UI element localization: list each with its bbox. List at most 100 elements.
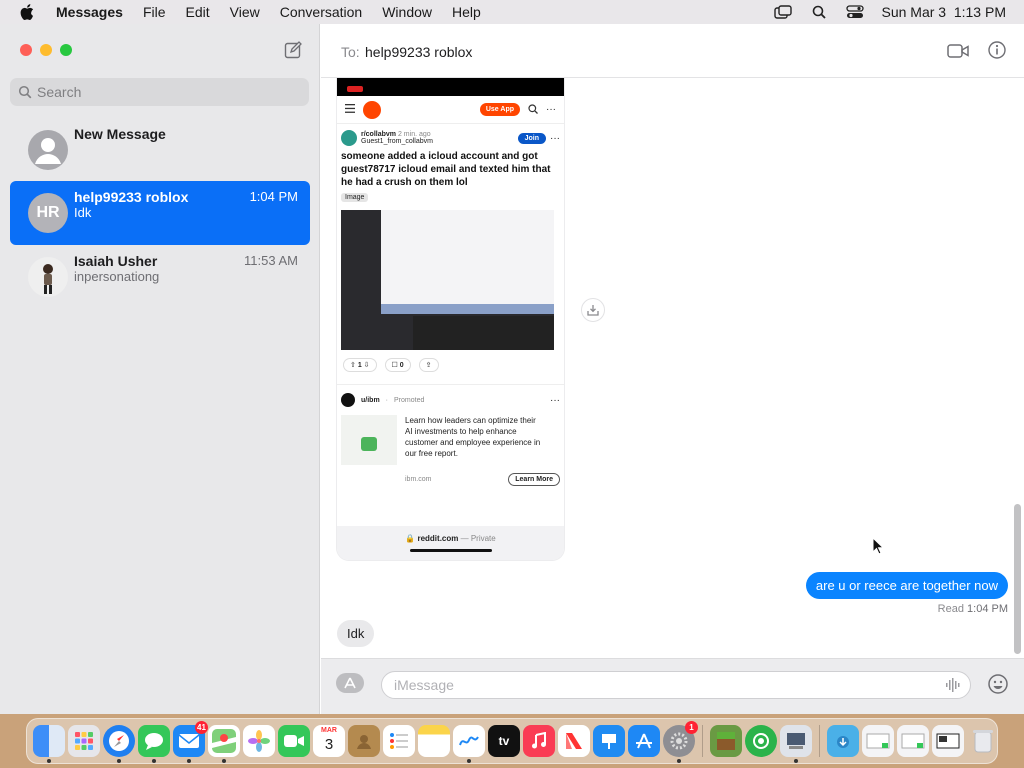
url-domain: reddit.com (417, 534, 459, 543)
outgoing-message-bubble[interactable]: are u or reece are together now (805, 572, 1008, 599)
message-input-bar (321, 658, 1024, 714)
promo-account: u/ibm (361, 396, 380, 404)
news-icon[interactable] (558, 725, 590, 757)
control-center-icon[interactable] (845, 4, 865, 20)
system-settings-icon[interactable]: 1 (663, 721, 698, 763)
more-icon: ··· (550, 394, 560, 406)
menu-app-messages[interactable]: Messages (52, 4, 133, 20)
menu-edit[interactable]: Edit (176, 4, 220, 20)
image-attachment[interactable]: Use App ··· r/collabvm 2 min. ago Guest1… (337, 78, 564, 560)
freeform-icon[interactable] (453, 725, 485, 763)
maps-icon[interactable] (208, 725, 240, 763)
keynote-icon[interactable] (593, 725, 625, 757)
menu-conversation[interactable]: Conversation (270, 4, 373, 20)
avatar: HR (28, 193, 68, 233)
more-icon: ··· (546, 104, 556, 115)
info-icon[interactable] (987, 40, 1007, 60)
recipient-name[interactable]: help99233 roblox (365, 44, 472, 60)
calendar-icon[interactable]: MAR 3 (313, 725, 345, 757)
post-image (341, 210, 554, 350)
menu-help[interactable]: Help (442, 4, 491, 20)
conversation-new-message[interactable]: New Message (10, 118, 310, 182)
music-icon[interactable] (523, 725, 555, 757)
hamburger-icon (345, 104, 355, 115)
find-my-icon[interactable] (745, 725, 777, 757)
conversation-help99233-roblox[interactable]: HR help99233 roblox Idk 1:04 PM (10, 181, 310, 245)
dock: 41 MAR 3 tv 1 (26, 718, 998, 764)
finder-icon[interactable] (33, 725, 65, 763)
safari-icon[interactable] (103, 725, 135, 763)
trash-icon[interactable] (967, 725, 999, 757)
reminders-icon[interactable] (383, 725, 415, 757)
menu-window[interactable]: Window (372, 4, 442, 20)
recent-screenshot-3-icon[interactable] (932, 725, 964, 757)
messages-app-icon[interactable] (138, 725, 170, 763)
conversation-isaiah-usher[interactable]: Isaiah Usher inpersonationg 11:53 AM (10, 245, 310, 309)
recent-screenshot-2-icon[interactable] (897, 725, 929, 757)
comment-count: ☐ 0 (384, 358, 411, 372)
search-field[interactable] (10, 78, 309, 106)
spotlight-search-icon[interactable] (809, 4, 829, 20)
conversation-name: New Message (74, 126, 166, 142)
more-icon: ··· (550, 132, 560, 144)
zoom-window-button[interactable] (60, 44, 72, 56)
menubar-clock[interactable]: Sun Mar 3 1:13 PM (881, 4, 1006, 20)
mail-icon[interactable]: 41 (173, 721, 208, 763)
search-icon (18, 85, 32, 99)
app-store-icon (344, 677, 356, 689)
post-title: someone added a icloud account and got g… (341, 151, 551, 188)
minimize-window-button[interactable] (40, 44, 52, 56)
post-author: Guest1_from_collabvm (361, 138, 433, 145)
apple-menu-icon[interactable] (16, 4, 38, 20)
recent-screenshot-1-icon[interactable] (862, 725, 894, 757)
promo-thumbnail (341, 415, 397, 465)
dock-separator (819, 725, 820, 757)
screenshot-utility-icon[interactable] (780, 725, 812, 763)
share-icon: ⇪ (418, 358, 439, 372)
search-input[interactable] (37, 84, 287, 100)
conversation-time: 11:53 AM (244, 253, 298, 268)
ibm-logo-icon (341, 393, 355, 407)
post-actions: ⇧ 1 ⇩ ☐ 0 ⇪ (341, 358, 560, 372)
learn-more-badge: Learn More (508, 473, 560, 486)
conversation-name: Isaiah Usher (74, 253, 158, 269)
user-photo-icon (43, 264, 53, 294)
notes-icon[interactable] (418, 725, 450, 757)
window-controls (20, 44, 72, 56)
screen-mirroring-icon[interactable] (773, 4, 793, 20)
promo-text: Learn how leaders can optimize their AI … (405, 416, 541, 458)
save-attachment-button[interactable] (581, 298, 605, 322)
transcript-scrollbar[interactable] (1014, 504, 1021, 654)
promo-domain: ibm.com (405, 476, 432, 483)
menu-view[interactable]: View (220, 4, 270, 20)
calendar-month: MAR (321, 727, 337, 734)
join-badge: Join (517, 132, 546, 144)
minecraft-icon[interactable] (710, 725, 742, 757)
launchpad-icon[interactable] (68, 725, 100, 757)
lock-icon: 🔒 (405, 534, 416, 543)
search-icon (528, 103, 538, 116)
close-window-button[interactable] (20, 44, 32, 56)
apple-tv-icon[interactable]: tv (488, 725, 520, 757)
menu-file[interactable]: File (133, 4, 176, 20)
photos-icon[interactable] (243, 725, 275, 757)
messages-window: New Message HR help99233 roblox Idk 1:04… (0, 24, 1024, 714)
compose-icon[interactable] (284, 41, 302, 59)
video-call-icon[interactable] (947, 41, 969, 61)
message-transcript[interactable]: Use App ··· r/collabvm 2 min. ago Guest1… (321, 78, 1024, 658)
conversation-time: 1:04 PM (249, 189, 298, 204)
message-input[interactable] (381, 671, 971, 699)
conversation-preview: Idk (74, 205, 92, 220)
avatar (28, 257, 68, 297)
downloads-folder-icon[interactable] (827, 725, 859, 757)
chat-header: To: help99233 roblox (321, 24, 1024, 78)
mail-badge: 41 (195, 721, 208, 734)
contacts-icon[interactable] (348, 725, 380, 757)
incoming-message-bubble[interactable]: Idk (337, 620, 375, 647)
audio-message-icon[interactable] (945, 677, 961, 693)
emoji-icon[interactable] (987, 673, 1009, 695)
post-meta: r/collabvm 2 min. ago Guest1_from_collab… (341, 130, 560, 146)
app-store-icon[interactable] (628, 725, 660, 757)
facetime-icon[interactable] (278, 725, 310, 757)
apps-button[interactable] (336, 673, 364, 693)
